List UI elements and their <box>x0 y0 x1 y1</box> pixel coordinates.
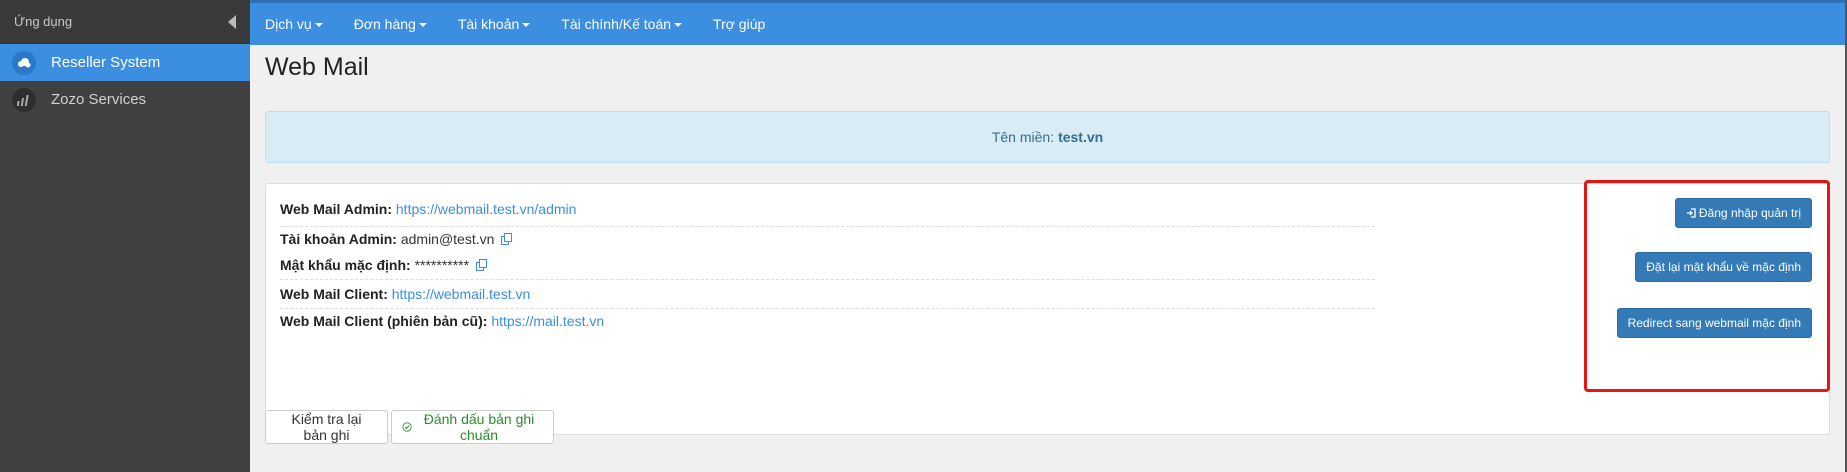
default-password-label: Mật khẩu mặc định: <box>280 257 411 273</box>
nav-label: Đơn hàng <box>353 16 416 32</box>
sidebar-item-zozo-services[interactable]: Zozo Services <box>0 81 250 118</box>
sign-in-icon <box>1686 208 1696 218</box>
nav-label: Tài khoản <box>457 16 520 32</box>
cloud-icon <box>12 50 36 75</box>
recheck-record-button[interactable]: Kiểm tra lại bản ghi <box>265 410 388 444</box>
sidebar-item-reseller-system[interactable]: Reseller System <box>0 44 250 81</box>
page-title: Web Mail <box>265 53 369 81</box>
default-password-value: ********** <box>414 257 470 273</box>
caret-down-icon <box>314 23 323 27</box>
sidebar: Ứng dụng Reseller System Zozo Services <box>0 0 250 472</box>
row-divider <box>280 308 1375 309</box>
recheck-record-label: Kiểm tra lại bản ghi <box>291 411 362 443</box>
webmail-client-row: Web Mail Client: https://webmail.test.vn <box>280 286 1375 302</box>
row-divider <box>280 226 1375 227</box>
main-content: Web Mail Tên miền: test.vn Web Mail Admi… <box>250 45 1845 472</box>
caret-down-icon <box>522 23 531 27</box>
domain-label: Tên miền: <box>991 129 1055 145</box>
caret-down-icon <box>674 23 683 27</box>
nav-label: Trợ giúp <box>713 16 766 32</box>
reset-password-label: Đặt lại mật khẩu về mặc định <box>1646 260 1801 274</box>
domain-value: test.vn <box>1058 129 1104 145</box>
sidebar-title: Ứng dụng <box>14 14 73 29</box>
default-password-row: Mật khẩu mặc định: ********** <box>280 257 1375 274</box>
nav-label: Dịch vụ <box>265 16 312 32</box>
nav-label: Tài chính/Kế toán <box>561 16 672 32</box>
caret-down-icon <box>418 23 427 27</box>
webmail-info-panel: Web Mail Admin: https://webmail.test.vn/… <box>265 180 1830 435</box>
webmail-client-old-link[interactable]: https://mail.test.vn <box>491 313 604 329</box>
admin-account-label: Tài khoản Admin: <box>280 231 397 247</box>
redirect-webmail-button[interactable]: Redirect sang webmail mặc định <box>1616 308 1812 338</box>
webmail-admin-link[interactable]: https://webmail.test.vn/admin <box>396 201 577 217</box>
sidebar-header: Ứng dụng <box>0 0 250 44</box>
domain-info-alert: Tên miền: test.vn <box>265 111 1830 163</box>
check-circle-icon <box>402 422 412 432</box>
webmail-client-label: Web Mail Client: <box>280 286 388 302</box>
admin-account-value: admin@test.vn <box>400 231 495 247</box>
redirect-webmail-label: Redirect sang webmail mặc định <box>1627 316 1801 330</box>
mark-standard-record-button[interactable]: Đánh dấu bản ghi chuẩn <box>391 410 554 444</box>
nav-item-finance[interactable]: Tài chính/Kế toán <box>561 16 683 32</box>
nav-item-help[interactable]: Trợ giúp <box>713 16 765 32</box>
webmail-admin-row: Web Mail Admin: https://webmail.test.vn/… <box>280 201 1375 217</box>
nav-item-orders[interactable]: Đơn hàng <box>354 16 427 32</box>
copy-icon[interactable] <box>475 258 488 274</box>
login-admin-label: Đăng nhập quản trị <box>1698 206 1801 220</box>
webmail-client-old-row: Web Mail Client (phiên bản cũ): https://… <box>280 313 1375 329</box>
mark-standard-record-label: Đánh dấu bản ghi chuẩn <box>423 411 535 443</box>
webmail-client-old-label: Web Mail Client (phiên bản cũ): <box>280 313 488 329</box>
reset-password-button[interactable]: Đặt lại mật khẩu về mặc định <box>1635 252 1812 282</box>
nav-item-services[interactable]: Dịch vụ <box>265 16 323 32</box>
actions-highlight-box: Đăng nhập quản trị Đặt lại mật khẩu về m… <box>1584 180 1830 392</box>
sidebar-item-label: Reseller System <box>51 54 161 71</box>
admin-account-row: Tài khoản Admin: admin@test.vn <box>280 231 1375 248</box>
sidebar-item-label: Zozo Services <box>51 91 147 108</box>
copy-icon[interactable] <box>501 232 513 248</box>
row-divider <box>280 279 1375 280</box>
nav-item-account[interactable]: Tài khoản <box>457 16 531 32</box>
top-navigation: Dịch vụ Đơn hàng Tài khoản Tài chính/Kế … <box>250 0 1845 45</box>
webmail-admin-label: Web Mail Admin: <box>280 201 392 217</box>
collapse-sidebar-icon[interactable] <box>228 14 236 29</box>
bars-icon <box>12 87 36 112</box>
webmail-client-link[interactable]: https://webmail.test.vn <box>392 286 531 302</box>
login-admin-button[interactable]: Đăng nhập quản trị <box>1674 198 1812 228</box>
